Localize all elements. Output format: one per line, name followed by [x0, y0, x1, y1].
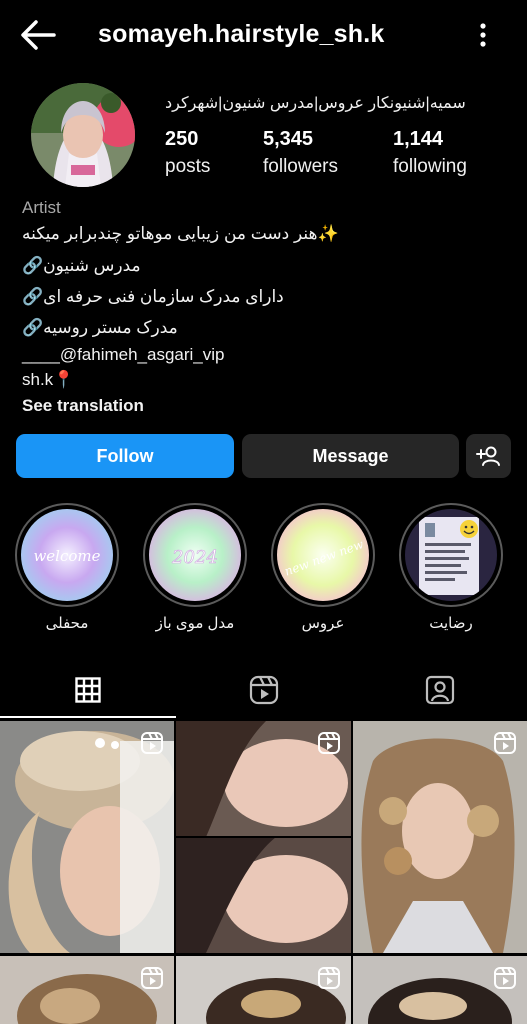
grid-icon	[75, 677, 101, 703]
top-bar: somayeh.hairstyle_sh.k	[0, 0, 527, 70]
highlight-cover-text: welcome	[33, 547, 100, 565]
following-count: 1,144	[393, 128, 444, 150]
stat-posts[interactable]: 250 posts	[165, 128, 210, 178]
reel-badge-icon	[141, 967, 163, 989]
arrow-left-icon[interactable]	[18, 17, 58, 53]
post-thumbnail[interactable]	[353, 956, 527, 1024]
post-thumbnail[interactable]	[353, 721, 527, 953]
message-button[interactable]: Message	[242, 434, 459, 478]
profile-username: somayeh.hairstyle_sh.k	[98, 20, 385, 48]
more-vertical-icon[interactable]	[472, 20, 494, 50]
followers-label: followers	[263, 156, 338, 177]
highlight-cover: 2024	[149, 509, 241, 601]
reel-badge-icon	[494, 967, 516, 989]
reel-badge-icon	[318, 732, 340, 754]
posts-count: 250	[165, 128, 199, 150]
bio-category: Artist	[22, 198, 61, 217]
reel-badge-icon	[494, 732, 516, 754]
profile-tabs	[0, 660, 527, 720]
reel-badge-icon	[141, 732, 163, 754]
highlight-label: مدل موی باز	[155, 615, 235, 632]
posts-grid	[0, 721, 527, 1024]
tab-tagged[interactable]	[352, 660, 527, 720]
bio-line: sh.k📍	[22, 370, 75, 389]
stat-followers[interactable]: 5,345 followers	[263, 128, 338, 178]
post-thumbnail[interactable]	[176, 956, 351, 1024]
following-label: following	[393, 156, 467, 177]
bio-mention-link[interactable]: ____@fahimeh_asgari_vip	[22, 345, 502, 365]
stat-following[interactable]: 1,144 following	[393, 128, 467, 178]
reel-badge-icon	[318, 967, 340, 989]
posts-label: posts	[165, 156, 211, 177]
profile-avatar[interactable]	[31, 83, 135, 187]
post-thumbnail[interactable]	[0, 956, 174, 1024]
tab-reels[interactable]	[176, 660, 352, 720]
add-person-icon	[475, 446, 500, 466]
highlight-cover: new new new	[277, 509, 369, 601]
post-thumbnail[interactable]	[176, 721, 351, 953]
highlight-ring: new new new	[271, 503, 375, 607]
highlight-cover-text: 2024	[171, 547, 218, 568]
highlight-label: عروس	[301, 615, 345, 632]
highlight-ring: welcome	[15, 503, 119, 607]
followers-count: 5,345	[263, 128, 314, 150]
highlight-item[interactable]: new new new عروس	[271, 503, 375, 632]
follow-button[interactable]: Follow	[16, 434, 234, 478]
post-thumbnail[interactable]	[0, 721, 174, 953]
highlight-cover: welcome	[21, 509, 113, 601]
profile-display-name: سمیه|شنیونکار عروس|مدرس شنیون|شهرکرد	[165, 95, 466, 112]
active-tab-indicator	[0, 716, 176, 718]
see-translation-link[interactable]: See translation	[22, 396, 502, 416]
bio-line: مدرس شنیون🔗	[22, 256, 141, 275]
highlight-cover	[405, 509, 497, 601]
bio-line: ✨هنر دست من زیبایی موهاتو چندبرابر میکنه	[22, 224, 339, 243]
highlight-item[interactable]: welcome محفلی	[15, 503, 119, 632]
tab-posts-grid[interactable]	[0, 660, 176, 720]
bio-line: دارای مدرک سازمان فنی حرفه ای🔗	[22, 287, 284, 306]
highlight-ring	[399, 503, 503, 607]
highlight-label: رضایت	[429, 615, 473, 632]
tagged-icon	[425, 675, 455, 705]
highlight-item[interactable]: 2024 مدل موی باز	[143, 503, 247, 632]
highlight-ring: 2024	[143, 503, 247, 607]
reels-icon	[249, 675, 279, 705]
highlight-label: محفلی	[45, 615, 89, 632]
suggested-users-button[interactable]	[466, 434, 511, 478]
highlight-item[interactable]: رضایت	[399, 503, 503, 632]
bio-line: مدرک مستر روسیه🔗	[22, 318, 178, 337]
